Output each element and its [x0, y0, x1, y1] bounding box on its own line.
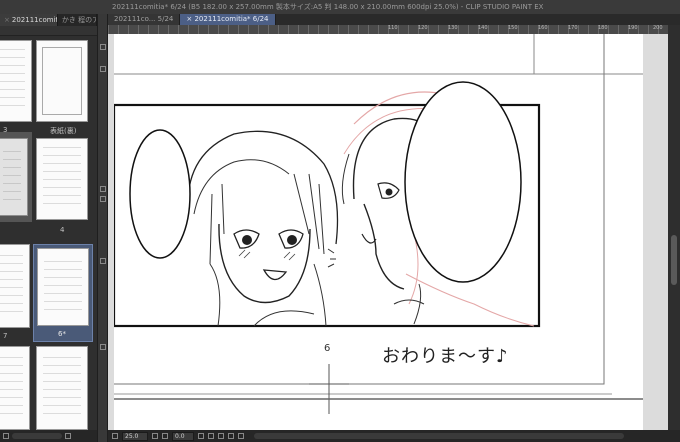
zoom-out-icon[interactable] — [3, 433, 9, 439]
remove-page-icon[interactable] — [100, 196, 106, 202]
settings-icon[interactable] — [100, 344, 106, 350]
ruler-mark: 160 — [538, 25, 548, 31]
zoom-out-icon[interactable] — [112, 433, 118, 439]
ruler-mark: 130 — [448, 25, 458, 31]
horizontal-ruler: 110 120 130 140 150 160 170 180 190 200 — [108, 25, 668, 34]
panel-tab-project[interactable]: ×202111comitia — [0, 14, 58, 26]
close-icon[interactable]: × — [4, 16, 10, 24]
page-thumbnail-cover-back[interactable] — [36, 40, 88, 122]
title-bar: 202111comitia* 6/24 (B5 182.00 x 257.00m… — [0, 0, 680, 14]
layer-icon[interactable] — [100, 66, 106, 72]
menu-icon[interactable] — [100, 44, 106, 50]
doc-tab-page-5[interactable]: 202111co... 5/24 — [108, 14, 181, 25]
ruler-mark: 200 — [653, 25, 663, 31]
status-bar: 25.0 0.0 — [108, 430, 680, 442]
page-label-4: 4 — [60, 226, 65, 234]
manga-page[interactable]: 6 おわりま〜す♪ — [112, 34, 645, 430]
view-icon[interactable] — [100, 258, 106, 264]
page-label-6: 6* — [58, 330, 66, 338]
page-thumbnail-6[interactable] — [37, 248, 89, 326]
zoom-in-icon[interactable] — [65, 433, 71, 439]
flip-vertical-icon[interactable] — [228, 433, 234, 439]
thumbnail-size-slider[interactable] — [12, 433, 62, 439]
rotation-field[interactable]: 0.0 — [172, 431, 194, 441]
handwritten-caption: おわりま〜す♪ — [382, 346, 509, 367]
ruler-mark: 110 — [388, 25, 398, 31]
page-number: 6 — [324, 343, 331, 354]
page-thumbnail-9[interactable] — [0, 346, 30, 430]
page-label-cover-back: 表紙(裏) — [50, 127, 77, 135]
page-thumbnail-3[interactable] — [0, 40, 32, 122]
ruler-mark: 140 — [478, 25, 488, 31]
page-thumbnail-4[interactable] — [36, 138, 88, 220]
page-label-7: 7 — [3, 332, 8, 340]
ruler-mark: 180 — [598, 25, 608, 31]
zoom-field[interactable]: 25.0 — [122, 431, 148, 441]
fit-icon[interactable] — [238, 433, 244, 439]
page-thumbnail-8[interactable] — [36, 346, 88, 430]
vertical-scrollbar[interactable] — [668, 25, 680, 430]
ruler-mark: 190 — [628, 25, 638, 31]
panel-side-toolbar — [97, 14, 108, 442]
ruler-mark: 150 — [508, 25, 518, 31]
panel-toolbar — [0, 26, 97, 36]
scrollbar-thumb[interactable] — [671, 235, 677, 285]
panel-tabs: ×202111comitia かき 程のア — [0, 14, 97, 26]
rotate-left-icon[interactable] — [162, 433, 168, 439]
doc-tab-page-6[interactable]: × 202111comitia* 6/24 — [180, 14, 276, 25]
page-thumbnail-2[interactable] — [0, 138, 28, 216]
panel-bottom-bar — [0, 430, 97, 442]
ruler-mark: 170 — [568, 25, 578, 31]
zoom-in-icon[interactable] — [152, 433, 158, 439]
rotate-right-icon[interactable] — [198, 433, 204, 439]
page-manager-panel: ×202111comitia かき 程のア 3 表紙(裏) 4 7 6* — [0, 14, 97, 442]
horizontal-scrollbar[interactable] — [254, 433, 624, 439]
canvas-area[interactable]: 6 おわりま〜す♪ — [108, 34, 668, 430]
panel-tab-second[interactable]: かき 程のア — [58, 14, 97, 26]
window-title: 202111comitia* 6/24 (B5 182.00 x 257.00m… — [112, 3, 544, 11]
flip-horizontal-icon[interactable] — [218, 433, 224, 439]
reset-rotation-icon[interactable] — [208, 433, 214, 439]
page-thumbnail-7[interactable] — [0, 244, 30, 328]
add-page-icon[interactable] — [100, 186, 106, 192]
document-tabs: 202111co... 5/24 × 202111comitia* 6/24 — [108, 14, 680, 25]
manga-panel-artwork — [112, 34, 645, 430]
ruler-mark: 120 — [418, 25, 428, 31]
